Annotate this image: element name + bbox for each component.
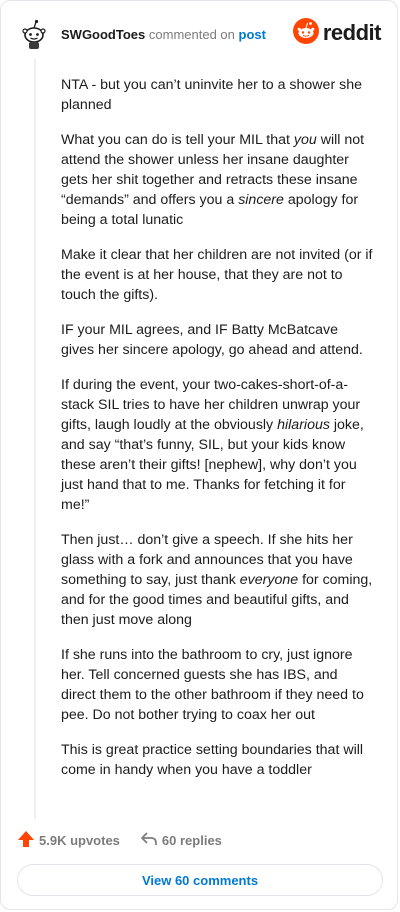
reddit-logo-icon [292, 17, 319, 49]
comment-card: SWGoodToes commented on post reddit NTA … [0, 0, 398, 910]
byline-verb: commented on [148, 27, 235, 42]
post-link[interactable]: post [239, 27, 266, 42]
comment-paragraph: IF your MIL agrees, and IF Batty McBatca… [61, 320, 373, 360]
paragraph-text: NTA - but you can’t uninvite her to a sh… [61, 77, 362, 113]
comment-byline: SWGoodToes commented on post [61, 27, 266, 42]
username-link[interactable]: SWGoodToes [61, 27, 145, 42]
paragraph-text: If she runs into the bathroom to cry, ju… [61, 647, 364, 723]
upvote-count: 5.9K upvotes [39, 832, 120, 848]
thread-line[interactable] [34, 59, 36, 819]
emphasis-text: you [293, 132, 317, 148]
reddit-wordmark: reddit [322, 20, 382, 45]
comment-header: SWGoodToes commented on post reddit [17, 17, 382, 53]
reddit-brand[interactable]: reddit [292, 17, 382, 49]
upvote-arrow-icon[interactable] [17, 830, 35, 851]
comment-paragraph: What you can do is tell your MIL that yo… [61, 130, 373, 230]
emphasis-text: sincere [238, 192, 284, 208]
comment-paragraph: Then just… don’t give a speech. If she h… [61, 530, 373, 630]
comment-paragraph: NTA - but you can’t uninvite her to a sh… [61, 75, 373, 115]
view-comments-button[interactable]: View 60 comments [17, 864, 383, 896]
snoo-avatar-icon[interactable] [17, 17, 51, 51]
emphasis-text: everyone [239, 572, 299, 588]
upvote-action[interactable]: 5.9K upvotes [17, 830, 120, 851]
paragraph-text: This is great practice setting boundarie… [61, 742, 364, 778]
emphasis-text: hilarious [277, 417, 330, 433]
comment-actions: 5.9K upvotes 60 replies [17, 829, 222, 851]
comment-paragraph: Make it clear that her children are not … [61, 245, 373, 305]
reply-action[interactable]: 60 replies [140, 830, 222, 851]
paragraph-text: IF your MIL agrees, and IF Batty McBatca… [61, 322, 363, 358]
comment-body: NTA - but you can’t uninvite her to a sh… [61, 75, 373, 795]
paragraph-text: Make it clear that her children are not … [61, 247, 373, 303]
reply-arrow-icon [140, 830, 158, 851]
comment-paragraph: This is great practice setting boundarie… [61, 740, 373, 780]
reply-count: 60 replies [161, 832, 222, 848]
comment-paragraph: If during the event, your two-cakes-shor… [61, 375, 373, 515]
paragraph-text: What you can do is tell your MIL that [61, 132, 294, 148]
comment-paragraph: If she runs into the bathroom to cry, ju… [61, 645, 373, 725]
